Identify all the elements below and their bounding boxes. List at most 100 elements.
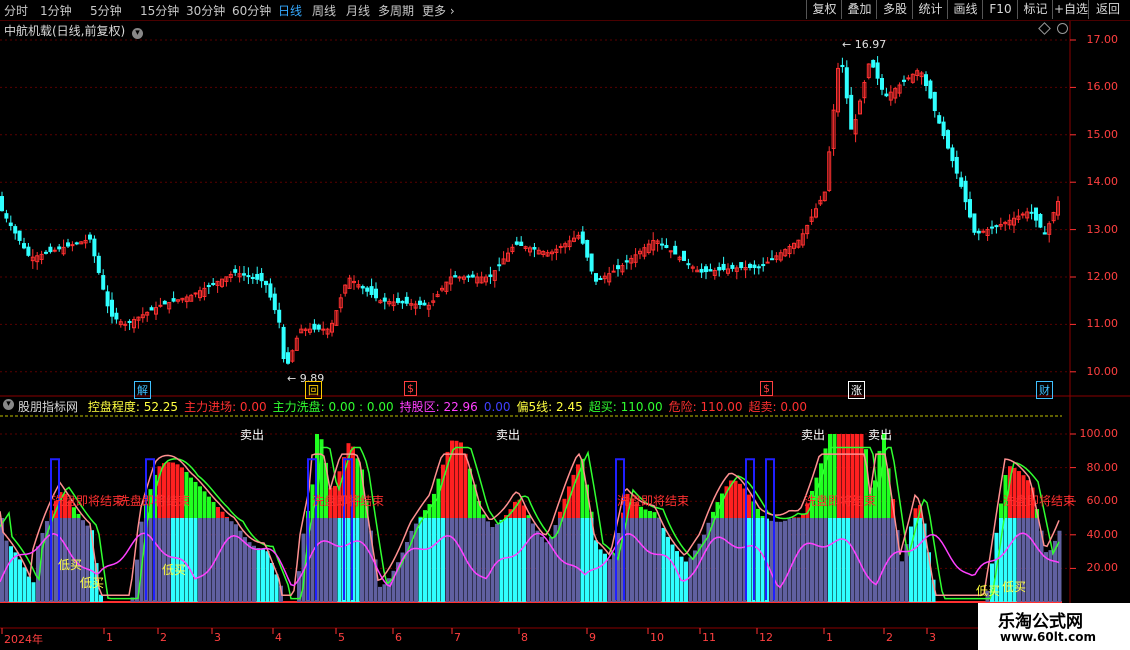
period-toolbar: 分时 1分钟 5分钟 15分钟 30分钟 60分钟 日线 周线 月线 多周期 更多 › 复权 叠加 多股统… — [0, 0, 1130, 21]
period-tab[interactable]: 60分钟 — [232, 2, 271, 19]
event-marker[interactable]: 回 — [305, 381, 322, 399]
period-tab[interactable]: 多周期 — [378, 2, 414, 19]
chevron-right-icon: › — [446, 4, 455, 18]
indicator-bar — [274, 574, 279, 602]
low-buy-signal: 低买 — [58, 558, 83, 572]
indicator-bar — [760, 515, 765, 518]
indicator-bar — [513, 518, 517, 602]
candle-body — [558, 245, 563, 248]
indicator-bar — [148, 518, 153, 602]
indicator-bar — [189, 518, 193, 602]
event-marker[interactable]: 涨 — [848, 381, 865, 399]
stock-title[interactable]: 中航机载(日线,前复权) ▾ — [4, 22, 144, 39]
high-price-label: ← 16.97 — [842, 38, 887, 51]
chevron-down-icon[interactable]: ▾ — [3, 399, 14, 410]
indicator-field: 0.00 — [483, 400, 511, 414]
toolbar-button[interactable]: 叠加 — [841, 0, 877, 19]
indicator-bar — [634, 518, 639, 602]
candle-body — [101, 275, 106, 290]
indicator-bar — [328, 518, 333, 602]
indicator-bar — [729, 518, 733, 602]
indicator-bar — [778, 521, 783, 602]
toolbar-button[interactable]: 标记 — [1017, 0, 1053, 19]
indicator-bar — [711, 511, 715, 518]
indicator-bar — [477, 518, 481, 602]
indicator-bar — [450, 518, 454, 602]
wash-signal: 洗盘即将结束 — [312, 494, 385, 508]
indicator-bar — [310, 518, 315, 602]
indicator-bar — [261, 549, 265, 602]
candle-body — [682, 250, 686, 261]
toolbar-button[interactable]: 多股 — [876, 0, 913, 19]
event-marker[interactable]: $ — [760, 381, 773, 396]
indicator-axis-label: 20.00 — [1086, 561, 1119, 575]
period-tab[interactable]: 周线 — [312, 2, 336, 19]
indicator-bar — [504, 518, 508, 602]
period-tab[interactable]: 5分钟 — [90, 2, 122, 19]
period-tab[interactable]: 分时 — [4, 2, 28, 19]
indicator-bar — [670, 544, 675, 602]
period-tab[interactable]: 15分钟 — [140, 2, 179, 19]
indicator-bar — [472, 518, 477, 602]
indicator-bar — [1030, 518, 1035, 602]
chevron-down-icon[interactable]: ▾ — [132, 28, 144, 39]
indicator-bar — [166, 518, 171, 602]
period-tab[interactable]: 30分钟 — [186, 2, 225, 19]
indicator-bar — [324, 518, 328, 602]
indicator-bar — [724, 518, 729, 602]
indicator-bar — [270, 563, 274, 602]
indicator-bar — [522, 518, 526, 602]
candle-body — [22, 243, 26, 249]
sell-signal: 卖出 — [801, 428, 826, 442]
indicator-bar — [639, 518, 643, 602]
indicator-bar — [418, 516, 423, 518]
toolbar-button[interactable]: 复权 — [806, 0, 842, 19]
event-marker[interactable]: 财 — [1036, 381, 1053, 399]
watermark: 乐淘公式网 www.60lt.com — [978, 603, 1130, 650]
candle-body — [193, 292, 198, 295]
time-axis-label: 7 — [454, 631, 461, 644]
indicator-bar — [454, 518, 459, 602]
period-tab[interactable]: 更多 › — [422, 2, 455, 19]
indicator-bar — [832, 518, 837, 602]
candle-body — [739, 262, 744, 269]
candle-body — [277, 309, 282, 323]
toolbar-button[interactable]: F10 — [982, 0, 1018, 19]
indicator-bar — [711, 518, 715, 602]
candlestick-series — [0, 56, 1060, 365]
candle-body — [514, 241, 519, 245]
indicator-bar — [162, 518, 166, 602]
settings-circle-icon[interactable] — [1057, 23, 1068, 34]
toolbar-button[interactable]: 统计 — [912, 0, 948, 19]
indicator-name[interactable]: 股朋指标网 — [18, 400, 78, 414]
candle-body — [457, 276, 462, 279]
candle-body — [589, 253, 594, 272]
indicator-bar — [567, 518, 571, 602]
candle-body — [286, 352, 290, 364]
candle-body — [48, 246, 53, 253]
indicator-bar — [544, 542, 549, 602]
toolbar-button[interactable]: 画线 — [947, 0, 983, 19]
chart-canvas[interactable] — [0, 0, 1130, 650]
candle-body — [884, 93, 889, 97]
candle-body — [96, 255, 101, 273]
indicator-bar — [756, 518, 760, 602]
toolbar-button[interactable]: 返回 — [1088, 0, 1127, 19]
indicator-bar — [319, 518, 324, 602]
indicator-field: 主力进场: 0.00 — [184, 400, 267, 414]
low-buy-signal: 低买 — [80, 576, 105, 590]
candle-body — [664, 244, 669, 248]
event-marker[interactable]: $ — [404, 381, 417, 396]
indicator-bar — [346, 518, 351, 602]
candle-body — [906, 77, 911, 80]
indicator-bar — [810, 518, 814, 602]
indicator-bar — [562, 518, 567, 602]
event-marker[interactable]: 解 — [134, 381, 151, 399]
period-tab[interactable]: 1分钟 — [40, 2, 72, 19]
candle-body — [954, 156, 959, 174]
candle-body — [171, 298, 176, 302]
period-tab[interactable]: 月线 — [346, 2, 370, 19]
toolbar-button[interactable]: +自选 — [1052, 0, 1089, 19]
indicator-bar — [202, 491, 207, 518]
period-tab[interactable]: 日线 — [278, 2, 302, 19]
